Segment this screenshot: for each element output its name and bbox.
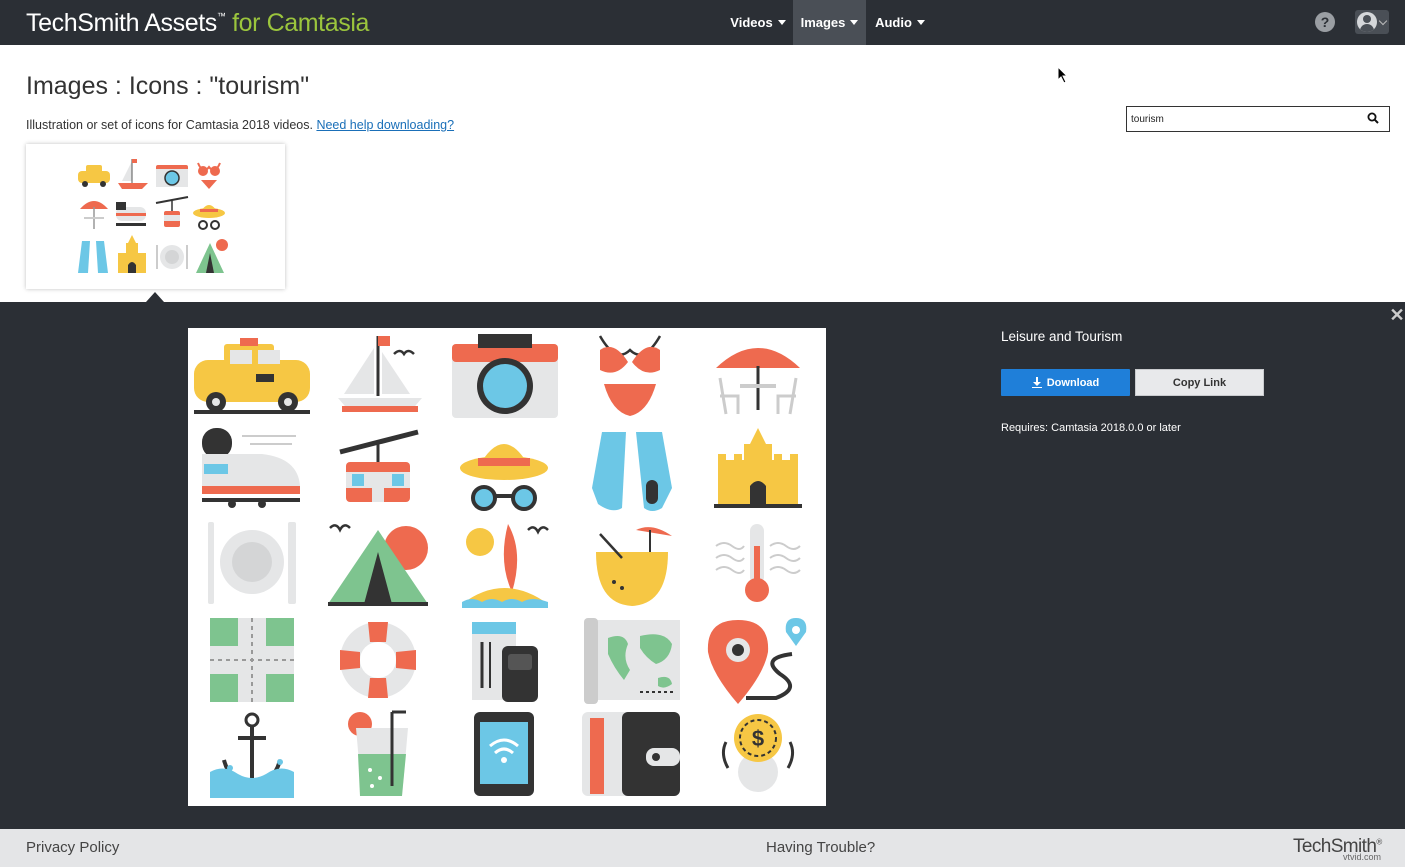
download-icon <box>1031 377 1042 388</box>
top-navigation-bar: TechSmith Assets™ for Camtasia Videos Im… <box>0 0 1405 45</box>
nav-images-label: Images <box>800 15 846 30</box>
nav-videos-label: Videos <box>730 15 773 30</box>
bikini-icon <box>196 162 221 189</box>
help-icon[interactable]: ? <box>1315 12 1335 32</box>
chevron-down-icon <box>1378 16 1388 26</box>
page-title: Images : Icons : "tourism" <box>26 72 310 100</box>
caret-down-icon <box>916 20 925 25</box>
anchor-icon <box>210 712 294 798</box>
bullet-train-icon <box>115 201 146 226</box>
asset-preview-image: $ <box>188 328 826 806</box>
location-pin-route-icon <box>707 618 807 704</box>
sun-hat-sunglasses-icon <box>460 444 548 511</box>
crossroads-icon <box>210 618 294 702</box>
sailboat-icon <box>338 336 422 412</box>
search-icon[interactable] <box>1367 112 1379 124</box>
taxi-icon <box>194 338 310 414</box>
nav-videos[interactable]: Videos <box>723 0 793 45</box>
sand-castle-icon <box>714 428 802 508</box>
selection-pointer <box>146 292 164 302</box>
privacy-policy-link[interactable]: Privacy Policy <box>26 839 119 856</box>
coconut-drink-icon <box>596 527 672 606</box>
cable-car-icon <box>339 429 419 502</box>
tent-icon <box>328 524 428 606</box>
surfboard-island-icon <box>462 524 549 608</box>
icon-set-thumbnail <box>77 158 228 273</box>
asset-title: Leisure and Tourism <box>1001 329 1123 344</box>
cable-car-icon <box>155 195 188 227</box>
brand-trademark: ™ <box>216 11 226 21</box>
search-input[interactable] <box>1131 111 1359 127</box>
page-subtitle: Illustration or set of icons for Camtasi… <box>26 118 454 132</box>
camera-icon <box>155 164 188 187</box>
sun-hat-icon <box>192 204 225 230</box>
caret-down-icon <box>850 20 859 25</box>
sailboat-icon <box>117 158 148 189</box>
help-downloading-link[interactable]: Need help downloading? <box>316 118 454 132</box>
tablet-wifi-icon <box>474 712 534 796</box>
beach-table-umbrella-icon <box>716 348 800 415</box>
footer: Privacy Policy Having Trouble? TechSmith… <box>0 829 1405 867</box>
lifebuoy-icon <box>340 622 416 698</box>
brand-accent: for Camtasia <box>232 9 369 37</box>
brand-name: TechSmith Assets <box>26 9 217 37</box>
caret-down-icon <box>777 20 786 25</box>
icon-set-preview: $ <box>194 334 807 798</box>
tent-icon <box>195 238 228 273</box>
svg-text:$: $ <box>752 726 764 751</box>
camera-icon <box>452 334 558 418</box>
mouse-cursor-icon <box>1057 66 1069 84</box>
plate-icon <box>155 244 188 269</box>
nav-audio-label: Audio <box>875 15 912 30</box>
plate-and-cutlery-icon <box>208 522 296 604</box>
subtitle-text: Illustration or set of icons for Camtasi… <box>26 118 313 132</box>
bullet-train-icon <box>202 428 300 508</box>
close-icon[interactable]: ✕ <box>1389 306 1405 324</box>
copy-link-button[interactable]: Copy Link <box>1135 369 1264 396</box>
thermometer-icon <box>715 524 801 602</box>
logo-registered-mark: ® <box>1376 837 1382 847</box>
asset-detail-panel: $ ✕ Leisure and Tourism Download Copy Li… <box>0 302 1405 829</box>
result-thumbnail[interactable] <box>26 144 285 289</box>
watermark: vtvid.com <box>1343 852 1382 862</box>
wallet-icon <box>582 712 680 796</box>
world-map-icon <box>584 618 680 704</box>
brand-logo[interactable]: TechSmith Assets™ for Camtasia <box>26 9 369 38</box>
sand-castle-icon <box>117 234 146 273</box>
nav-audio[interactable]: Audio <box>866 0 934 45</box>
ticket-and-phone-icon <box>472 622 538 702</box>
swim-flippers-icon <box>592 432 672 511</box>
requirements-text: Requires: Camtasia 2018.0.0 or later <box>1001 422 1181 434</box>
taxi-icon <box>77 164 110 187</box>
bikini-icon <box>598 335 662 416</box>
search-box <box>1126 106 1390 132</box>
cocktail-glass-icon <box>348 710 408 796</box>
download-label: Download <box>1046 376 1100 389</box>
coin-icon: $ <box>721 714 795 792</box>
having-trouble-link[interactable]: Having Trouble? <box>766 839 875 856</box>
account-menu-button[interactable] <box>1355 10 1389 34</box>
download-button[interactable]: Download <box>1001 369 1130 396</box>
beach-umbrella-icon <box>79 200 108 229</box>
flippers-icon <box>77 240 108 273</box>
nav-images[interactable]: Images <box>793 0 866 45</box>
avatar-icon <box>1357 12 1377 32</box>
